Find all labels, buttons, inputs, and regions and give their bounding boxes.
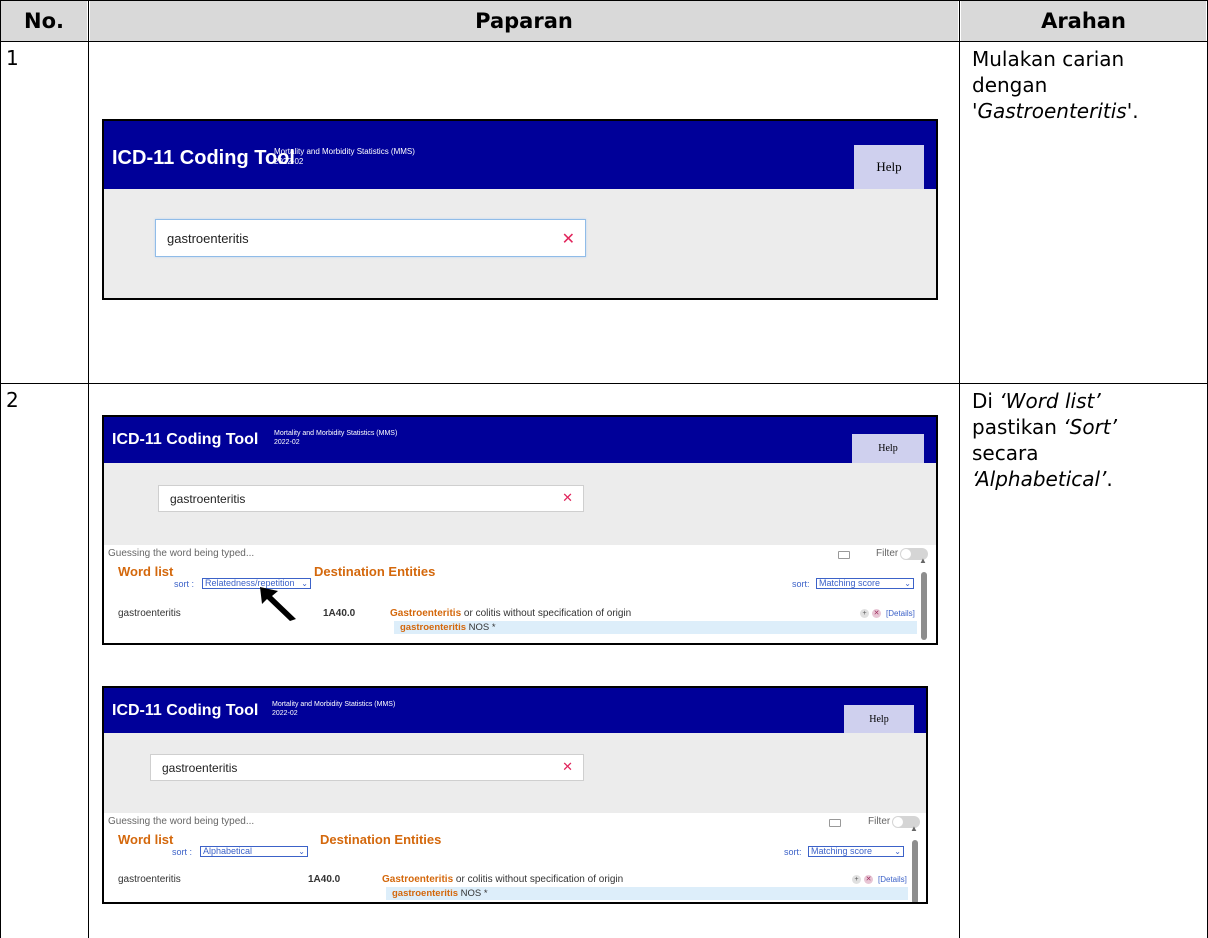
- word-list-sort-select[interactable]: Alphabetical ⌄: [200, 846, 308, 857]
- results-panel: Guessing the word being typed... Filter …: [104, 545, 936, 643]
- clear-search-icon[interactable]: ✕: [562, 491, 573, 506]
- destination-sort-select[interactable]: Matching score ⌄: [816, 578, 914, 589]
- entity-title[interactable]: Gastroenteritis or colitis without speci…: [382, 874, 623, 885]
- scrollbar-thumb[interactable]: [912, 840, 918, 902]
- search-input[interactable]: gastroenteritis ✕: [158, 485, 584, 512]
- search-area: gastroenteritis ✕: [104, 189, 936, 298]
- instruction-text-2: Di ‘Word list’ pastikan ‘Sort’ secara ‘A…: [972, 389, 1118, 491]
- chevron-down-icon: ⌄: [894, 847, 901, 856]
- help-button[interactable]: Help: [854, 145, 924, 189]
- table-border: [0, 41, 1208, 42]
- destination-sort-label: sort:: [784, 847, 802, 857]
- help-button[interactable]: Help: [844, 705, 914, 733]
- add-icon[interactable]: +: [852, 875, 861, 884]
- filter-label: Filter: [876, 548, 899, 559]
- chevron-down-icon: ⌄: [301, 579, 308, 588]
- app-title: ICD-11 Coding Tool: [112, 147, 295, 169]
- app-subtitle: Mortality and Morbidity Statistics (MMS)…: [274, 147, 415, 166]
- app-screenshot-3: ICD-11 Coding Tool Mortality and Morbidi…: [102, 686, 928, 904]
- app-screenshot-1: ICD-11 Coding Tool Mortality and Morbidi…: [102, 119, 938, 300]
- row-number: 2: [6, 388, 19, 412]
- chevron-down-icon: ⌄: [904, 579, 911, 588]
- clear-search-icon[interactable]: ✕: [562, 229, 575, 248]
- details-link[interactable]: [Details]: [886, 609, 915, 618]
- destination-sort-label: sort:: [792, 579, 810, 589]
- keyboard-icon[interactable]: [838, 551, 850, 559]
- row-number: 1: [6, 46, 19, 70]
- app-title: ICD-11 Coding Tool: [112, 702, 259, 719]
- app-header: ICD-11 Coding Tool Mortality and Morbidi…: [104, 121, 936, 189]
- word-list-item[interactable]: gastroenteritis: [118, 608, 181, 619]
- entity-title[interactable]: Gastroenteritis or colitis without speci…: [390, 608, 631, 619]
- help-button[interactable]: Help: [852, 434, 924, 463]
- app-header: ICD-11 Coding Tool Mortality and Morbidi…: [104, 688, 926, 733]
- search-input[interactable]: gastroenteritis ✕: [150, 754, 584, 781]
- table-border: [0, 0, 1, 938]
- table-border: [0, 383, 1208, 384]
- search-input-value[interactable]: gastroenteritis: [151, 761, 562, 775]
- word-list-sort-label: sort :: [172, 847, 193, 857]
- word-list-item[interactable]: gastroenteritis: [118, 874, 181, 885]
- guessing-text: Guessing the word being typed...: [108, 816, 255, 827]
- scroll-up-arrow-icon[interactable]: ▲: [910, 824, 918, 833]
- table-border: [959, 0, 960, 938]
- search-input[interactable]: gastroenteritis ✕: [155, 219, 586, 257]
- instruction-text-1: Mulakan carian dengan 'Gastroenteritis'.: [972, 47, 1139, 123]
- entity-synonym-row[interactable]: gastroenteritis NOS *: [394, 621, 917, 634]
- search-input-value[interactable]: gastroenteritis: [156, 231, 562, 246]
- table-border: [0, 0, 1208, 1]
- destination-entities-heading: Destination Entities: [320, 832, 442, 847]
- keyboard-icon[interactable]: [829, 819, 841, 827]
- entity-code: 1A40.0: [308, 874, 341, 885]
- filter-label: Filter: [868, 816, 891, 827]
- scrollbar-thumb[interactable]: [921, 572, 927, 640]
- search-area: gastroenteritis ✕: [104, 463, 936, 545]
- remove-icon[interactable]: ✕: [864, 875, 873, 884]
- details-link[interactable]: [Details]: [878, 875, 907, 884]
- results-panel: Guessing the word being typed... Filter …: [104, 813, 926, 902]
- chevron-down-icon: ⌄: [298, 847, 305, 856]
- table-border: [88, 0, 89, 938]
- app-subtitle: Mortality and Morbidity Statistics (MMS)…: [272, 701, 396, 717]
- clear-search-icon[interactable]: ✕: [562, 760, 573, 775]
- pointer-arrow-icon: [260, 587, 296, 621]
- search-input-value[interactable]: gastroenteritis: [159, 492, 562, 506]
- word-list-sort-label: sort :: [174, 579, 195, 589]
- app-subtitle: Mortality and Morbidity Statistics (MMS)…: [274, 430, 398, 446]
- entity-synonym-row[interactable]: gastroenteritis NOS *: [386, 887, 908, 900]
- word-list-heading: Word list: [118, 832, 174, 847]
- scroll-up-arrow-icon[interactable]: ▲: [919, 556, 927, 565]
- app-header: ICD-11 Coding Tool Mortality and Morbidi…: [104, 417, 936, 463]
- entity-code: 1A40.0: [323, 608, 356, 619]
- add-icon[interactable]: +: [860, 609, 869, 618]
- app-screenshot-2: ICD-11 Coding Tool Mortality and Morbidi…: [102, 415, 938, 645]
- header-arahan: Arahan: [961, 1, 1206, 41]
- search-area: gastroenteritis ✕: [104, 733, 926, 813]
- destination-entities-heading: Destination Entities: [314, 564, 436, 579]
- guessing-text: Guessing the word being typed...: [108, 548, 255, 559]
- app-title: ICD-11 Coding Tool: [112, 431, 259, 448]
- destination-sort-select[interactable]: Matching score ⌄: [808, 846, 904, 857]
- header-no: No.: [1, 1, 87, 41]
- header-paparan: Paparan: [90, 1, 958, 41]
- remove-icon[interactable]: ✕: [872, 609, 881, 618]
- word-list-heading: Word list: [118, 564, 174, 579]
